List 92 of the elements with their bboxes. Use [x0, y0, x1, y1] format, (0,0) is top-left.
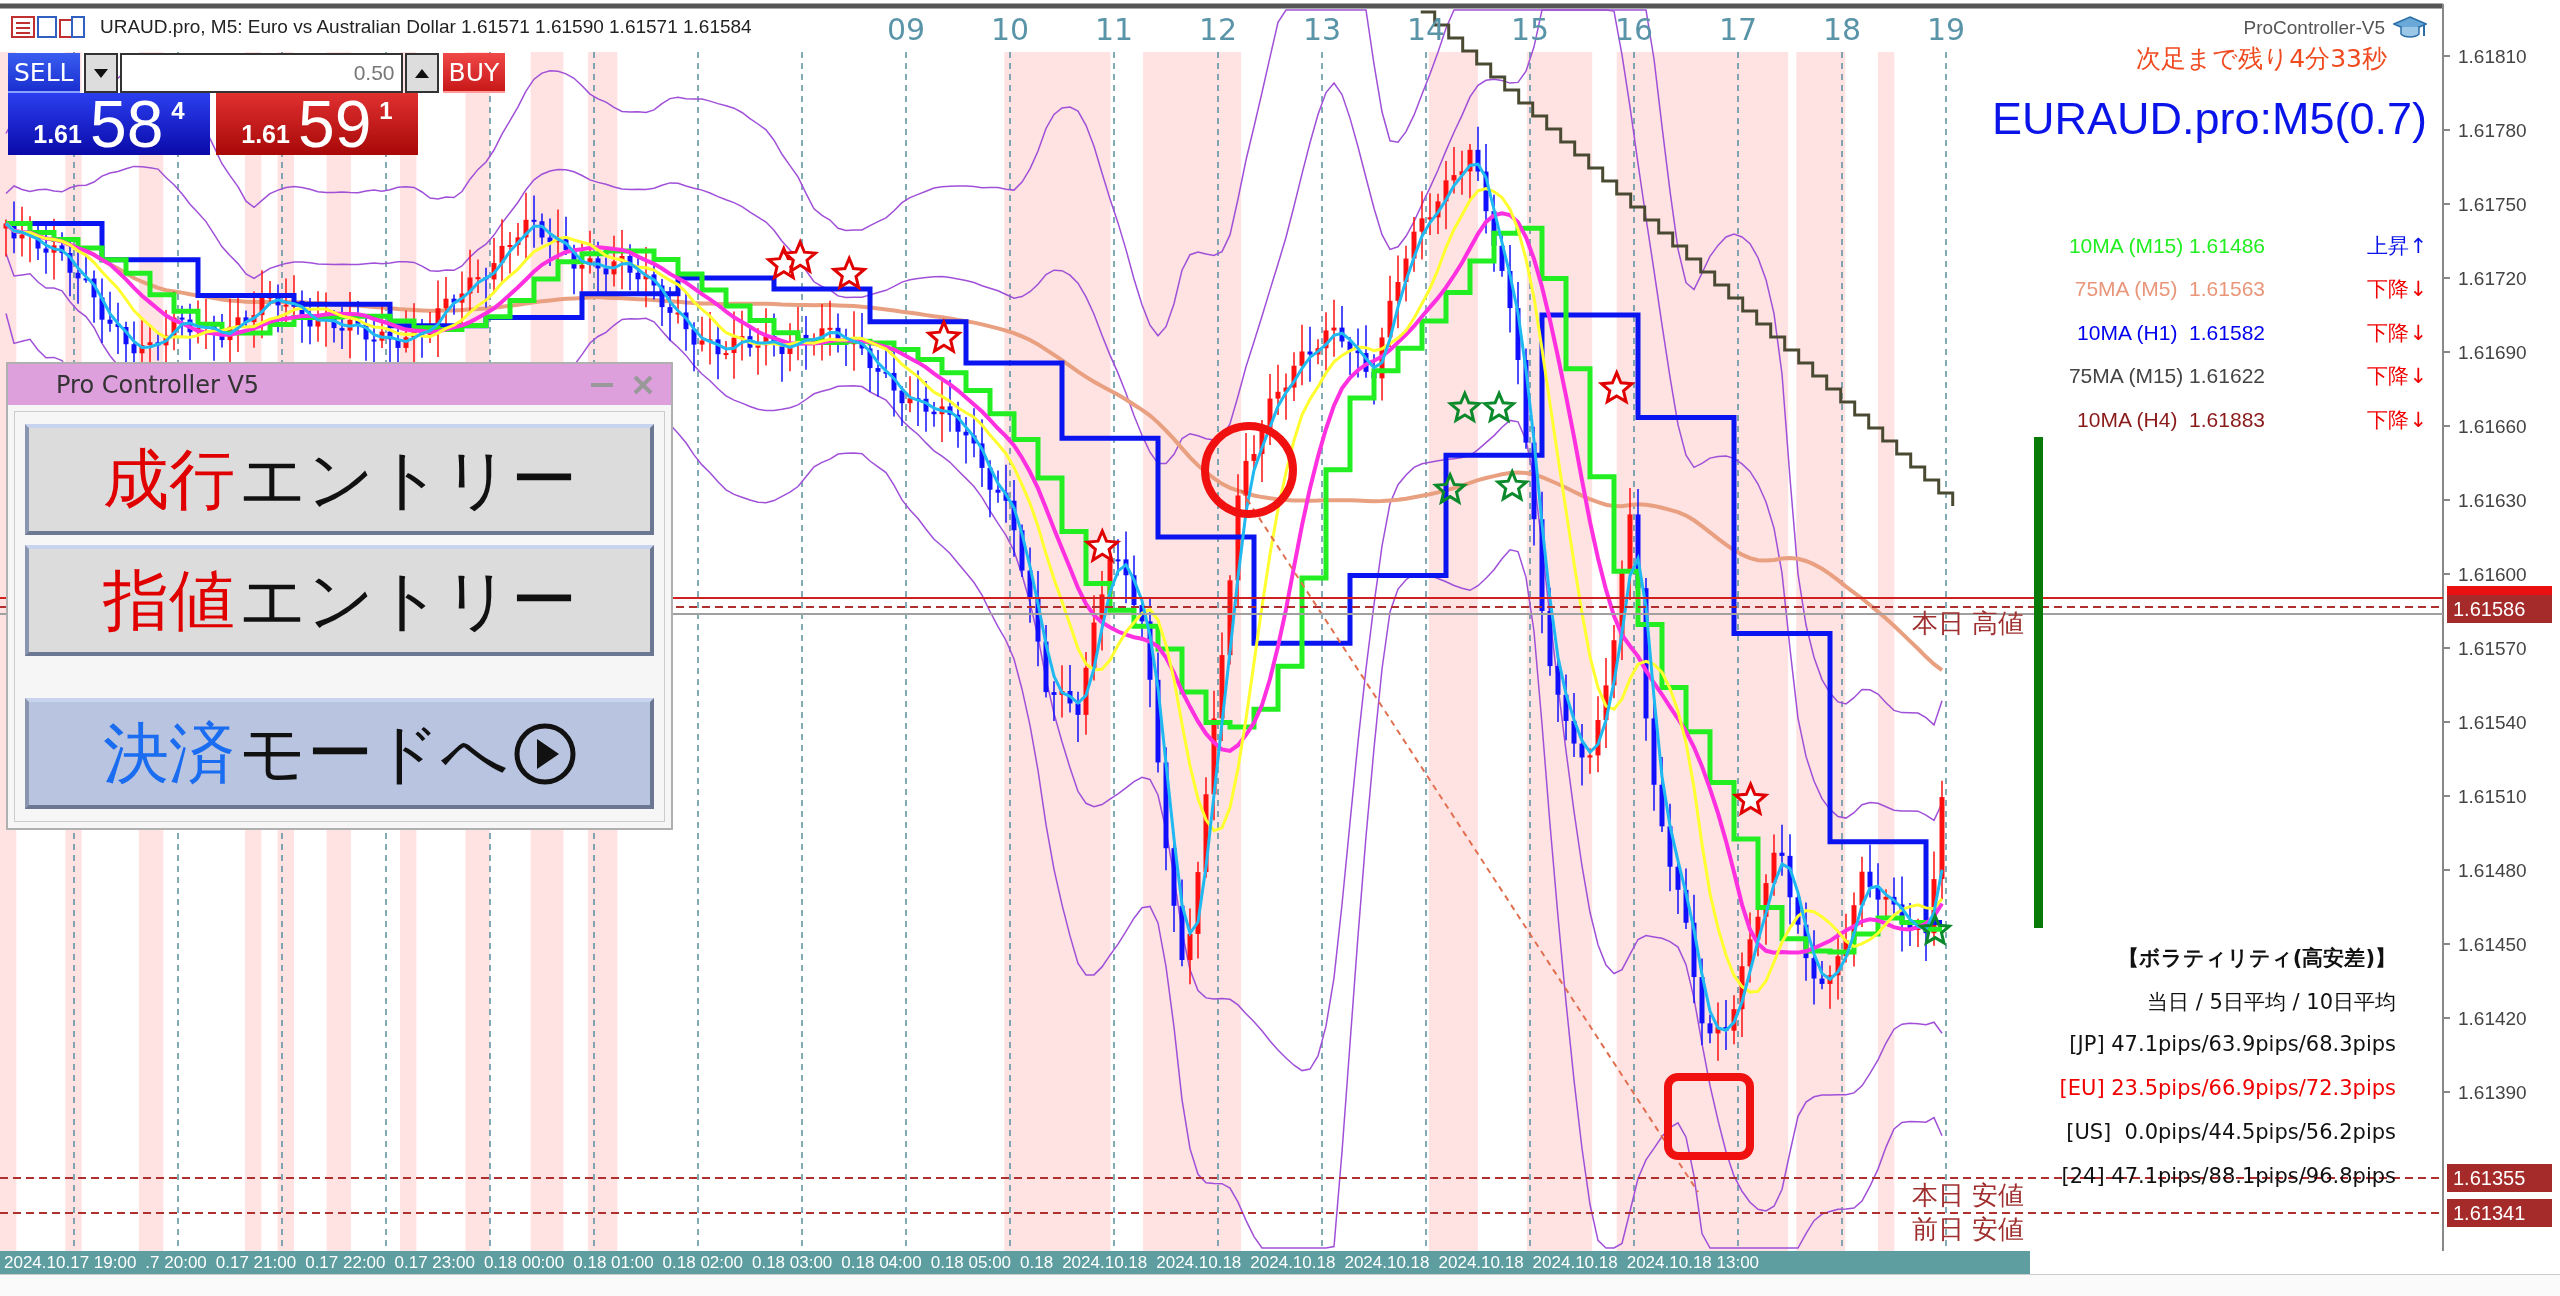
star-icon	[1731, 780, 1770, 817]
price-tick-label: 1.61720	[2458, 268, 2527, 289]
hour-label: 17	[1718, 12, 1758, 47]
play-circle-icon	[512, 721, 577, 786]
price-tick-label: 1.61750	[2458, 194, 2527, 215]
star-icon	[1481, 389, 1518, 424]
price-badge: 1.61586	[2447, 595, 2552, 623]
hour-label: 13	[1302, 12, 1342, 47]
price-badge: 1.61355	[2447, 1164, 2552, 1192]
price-tick-label: 1.61450	[2458, 934, 2527, 955]
trend-direction: 下降↓	[2366, 406, 2427, 434]
hour-label: 11	[1094, 12, 1134, 47]
time-axis-label: 0.17 21:00	[215, 1252, 297, 1273]
symbol-timeframe-title: EURAUD.pro:M5(0.7)	[1991, 93, 2427, 145]
lot-size-field[interactable]: 0.50	[119, 53, 403, 93]
buy-button[interactable]: BUY	[442, 53, 506, 93]
chart-tools-icon[interactable]	[10, 14, 86, 40]
entry-button[interactable]: 成行エントリー	[25, 424, 654, 535]
volatility-row-text: [US] 0.0pips/44.5pips/56.2pips	[2066, 1120, 2396, 1146]
price-level-label: 前日 安値	[1912, 1214, 2025, 1244]
time-axis-label: 0.18	[1020, 1252, 1054, 1273]
price-tick-label: 1.61690	[2458, 342, 2527, 363]
moving-average-value: 10MA (H4) 1.61883	[2076, 407, 2265, 432]
moving-average-value: 75MA (M15) 1.61622	[2067, 364, 2265, 389]
hour-label: 18	[1822, 12, 1862, 47]
time-axis-label: 2024.10.18 13:00	[1626, 1252, 1760, 1273]
star-icon	[925, 318, 963, 355]
star-icon	[1083, 527, 1122, 564]
star-icon	[1917, 911, 1954, 947]
moving-average-value: 10MA (M15) 1.61486	[2067, 233, 2265, 258]
time-axis-label: 2024.10.18	[1250, 1252, 1336, 1273]
price-level-label: 本日 高値	[1912, 608, 2025, 638]
price-tick-label: 1.61480	[2458, 860, 2527, 881]
volatility-header: 当日 / 5日平均 / 10日平均	[2147, 989, 2396, 1016]
next-candle-countdown: 次足まで残り4分33秒	[2136, 43, 2387, 75]
star-icon	[1432, 471, 1469, 506]
time-axis-label: 2024.10.18	[1156, 1252, 1242, 1273]
trend-direction: 下降↓	[2366, 276, 2427, 304]
time-axis-label: 0.18 02:00	[662, 1252, 743, 1273]
hour-label: 10	[990, 12, 1030, 47]
panel-title: Pro Controller V5	[56, 370, 261, 399]
star-icon	[830, 254, 869, 291]
entry-button[interactable]: 指値エントリー	[25, 545, 654, 656]
price-tick-label: 1.61510	[2458, 786, 2527, 807]
price-tick-label: 1.61600	[2458, 564, 2527, 585]
price-tick-label: 1.61780	[2458, 120, 2527, 141]
time-axis-label: 2024.10.18	[1062, 1252, 1148, 1273]
volatility-row-text: [JP] 47.1pips/63.9pips/68.3pips	[2069, 1032, 2396, 1058]
sell-button[interactable]: SELL	[8, 53, 80, 93]
moving-average-value: 75MA (M5) 1.61563	[2073, 277, 2265, 302]
decrease-lot-button[interactable]	[83, 53, 118, 93]
time-axis-label: .7 20:00	[145, 1252, 207, 1273]
increase-lot-button[interactable]	[404, 53, 439, 93]
price-tick-label: 1.61630	[2458, 490, 2527, 511]
time-axis-label: 0.17 22:00	[305, 1252, 386, 1273]
star-icon	[781, 238, 820, 275]
time-axis-label: 0.17 23:00	[394, 1252, 475, 1273]
settlement-mode-button[interactable]: 決済モードへ	[25, 698, 654, 809]
hour-label: 19	[1926, 12, 1966, 47]
time-axis-label: 0.18 00:00	[483, 1252, 565, 1273]
price-badge: 1.61341	[2447, 1199, 2552, 1227]
price-tick-label: 1.61540	[2458, 712, 2527, 733]
hour-label: 12	[1198, 12, 1238, 47]
volatility-row-text: [EU] 23.5pips/66.9pips/72.3pips	[2059, 1076, 2396, 1102]
volatility-title: 【ボラティリティ(高安差)】	[2117, 945, 2396, 972]
time-axis-label: 2024.10.18	[1344, 1252, 1430, 1273]
hour-label: 14	[1406, 12, 1446, 47]
time-axis-label: 2024.10.18	[1438, 1252, 1524, 1273]
price-level-label: 本日 安値	[1912, 1180, 2025, 1210]
star-icon	[1494, 467, 1531, 502]
price-tick-label: 1.61570	[2458, 638, 2527, 659]
moving-average-value: 10MA (H1) 1.61582	[2076, 320, 2265, 345]
star-icon	[1597, 368, 1636, 405]
hour-label: 09	[886, 12, 926, 47]
chart-symbol-info: URAUD.pro, M5: Euro vs Australian Dollar 1.61571 1.61590 1.61571 1.61584	[100, 16, 752, 38]
time-axis-label: 0.18 01:00	[573, 1252, 654, 1273]
time-axis-label: 0.18 05:00	[930, 1252, 1012, 1273]
price-tick-label: 1.61810	[2458, 46, 2527, 67]
time-axis-label: 0.18 03:00	[751, 1252, 833, 1273]
time-axis-label: 2024.10.18	[1532, 1252, 1618, 1273]
trend-direction: 下降↓	[2366, 319, 2427, 347]
indicator-name: ProController-V5	[2243, 17, 2385, 39]
time-axis-label: 0.18 04:00	[841, 1252, 922, 1273]
trend-direction: 下降↓	[2366, 363, 2427, 391]
time-axis-label: 2024.10.17 19:00	[4, 1252, 137, 1273]
price-tick-label: 1.61420	[2458, 1008, 2527, 1029]
caret-up-icon	[414, 68, 429, 78]
price-tick-label: 1.61390	[2458, 1082, 2527, 1103]
price-tick-label: 1.61660	[2458, 416, 2527, 437]
trend-direction: 上昇↑	[2366, 232, 2427, 260]
star-icon	[1446, 389, 1483, 424]
caret-down-icon	[93, 68, 108, 78]
